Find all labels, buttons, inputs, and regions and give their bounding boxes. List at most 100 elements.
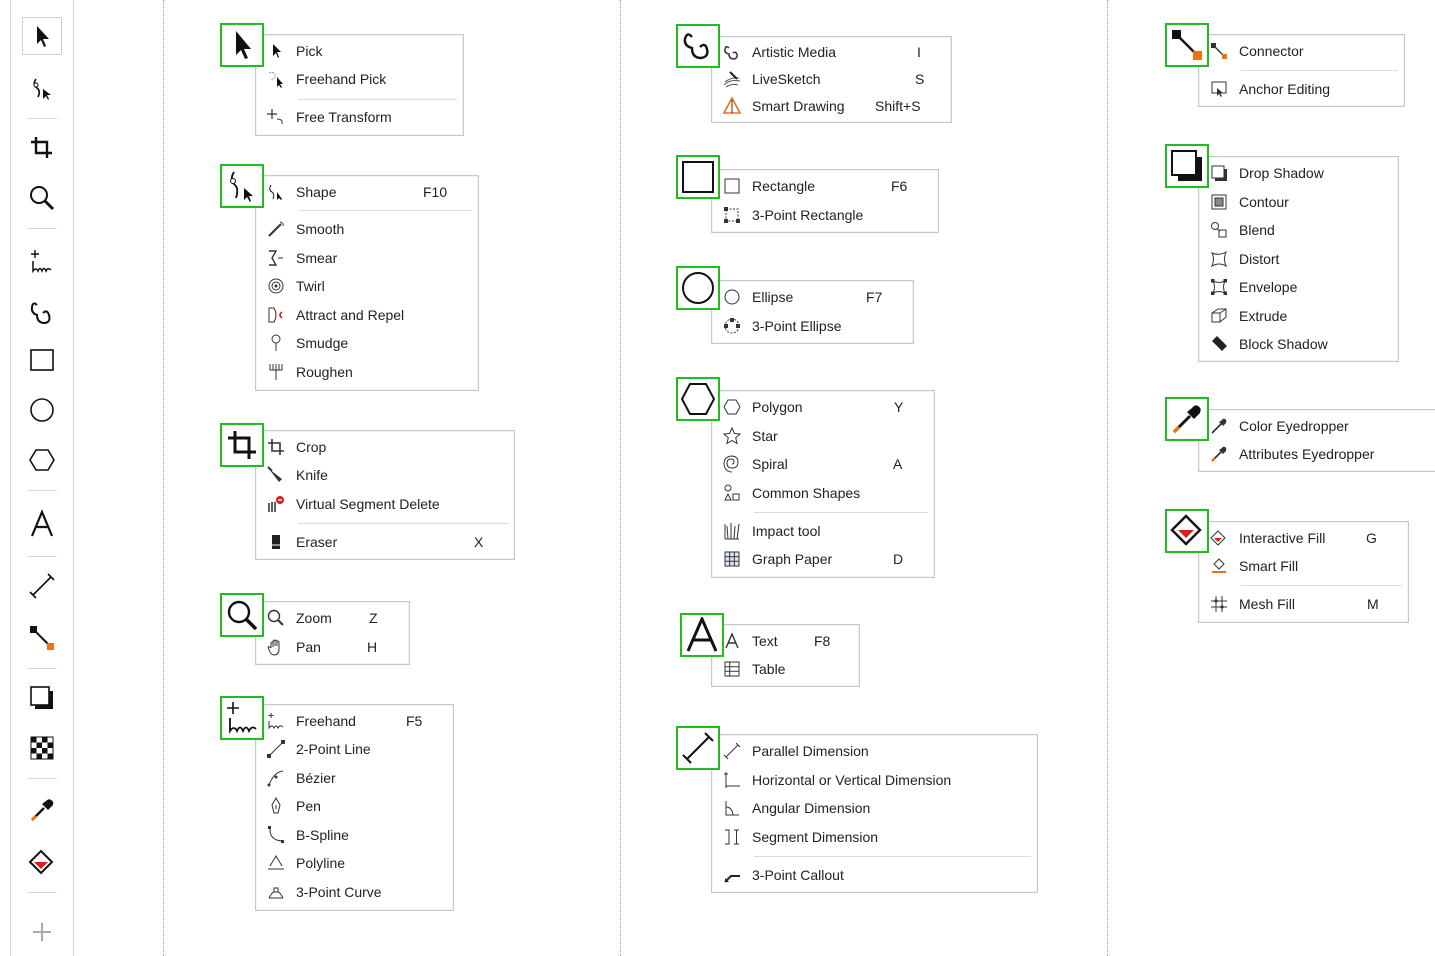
interactive-fill-highlight[interactable]: [1165, 509, 1209, 553]
menu-item-2-point-line[interactable]: 2-Point Line: [256, 735, 453, 763]
menu-item-3-point-curve[interactable]: 3-Point Curve: [256, 878, 453, 906]
three-point-ellipse-icon: [724, 318, 740, 334]
menu-item-extrude[interactable]: Extrude: [1199, 302, 1398, 330]
connector-highlight[interactable]: [1165, 23, 1209, 67]
ellipse-tool-button[interactable]: [23, 392, 61, 428]
menu-item-smudge[interactable]: Smudge: [256, 329, 478, 357]
menu-item-smart-fill[interactable]: Smart Fill: [1199, 552, 1408, 580]
interactive-fill-button[interactable]: [23, 844, 61, 880]
drop-shadow-highlight[interactable]: [1165, 144, 1209, 188]
menu-item-shape[interactable]: Shape F10: [256, 178, 478, 206]
dimension-tool-button[interactable]: [23, 568, 61, 604]
shape-highlight[interactable]: [220, 164, 264, 208]
menu-item-twirl[interactable]: Twirl: [256, 272, 478, 300]
menu-item-polygon[interactable]: Polygon Y: [712, 393, 934, 421]
menu-item-interactive-fill[interactable]: Interactive Fill G: [1199, 524, 1408, 552]
menu-item-label: 3-Point Curve: [296, 884, 382, 900]
menu-item-freehand[interactable]: Freehand F5: [256, 707, 453, 735]
menu-item-polyline[interactable]: Polyline: [256, 849, 453, 877]
menu-item-roughen[interactable]: Roughen: [256, 358, 478, 386]
menu-item-distort[interactable]: Distort: [1199, 245, 1398, 273]
menu-item-angular-dimension[interactable]: Angular Dimension: [712, 794, 1037, 822]
menu-item-horizontal-vertical-dimension[interactable]: Horizontal or Vertical Dimension: [712, 766, 1037, 794]
menu-item-eraser[interactable]: Eraser X: [256, 528, 514, 556]
menu-item-knife[interactable]: Knife: [256, 461, 514, 489]
zoom-tool-icon: [30, 186, 55, 211]
menu-item-virtual-segment-delete[interactable]: Virtual Segment Delete: [256, 490, 514, 518]
menu-item-blend[interactable]: Blend: [1199, 216, 1398, 244]
menu-item-block-shadow[interactable]: Block Shadow: [1199, 330, 1398, 358]
smart-fill-icon: [1212, 558, 1226, 573]
menu-item-artistic-media[interactable]: Artistic Media I: [712, 38, 951, 66]
menu-item-crop[interactable]: Crop: [256, 433, 514, 461]
polygon-tool-button[interactable]: [23, 442, 61, 478]
menu-item-free-transform[interactable]: Free Transform: [256, 103, 463, 131]
menu-item-b-spline[interactable]: B-Spline: [256, 821, 453, 849]
menu-item-smear[interactable]: Smear: [256, 244, 478, 272]
menu-item-rectangle[interactable]: Rectangle F6: [712, 172, 938, 200]
crop-tool-button[interactable]: [23, 130, 61, 166]
menu-item-pick[interactable]: Pick: [256, 37, 463, 65]
polygon-highlight[interactable]: [676, 377, 720, 421]
transparency-button[interactable]: [23, 730, 61, 766]
menu-item-mesh-fill[interactable]: Mesh Fill M: [1199, 590, 1408, 618]
artistic-media-highlight[interactable]: [676, 24, 720, 68]
menu-item-graph-paper[interactable]: Graph Paper D: [712, 545, 934, 573]
text-tool-button[interactable]: [23, 506, 61, 542]
menu-item-livesketch[interactable]: LiveSketch S: [712, 65, 951, 93]
pick-highlight[interactable]: [220, 23, 264, 67]
text-highlight[interactable]: [680, 613, 724, 657]
menu-item-attract-repel[interactable]: Attract and Repel: [256, 301, 478, 329]
rectangle-tool-button[interactable]: [23, 342, 61, 378]
add-tool-button[interactable]: [23, 914, 61, 950]
parallel-dimension-icon: [723, 742, 741, 760]
menu-item-impact-tool[interactable]: Impact tool: [712, 517, 934, 545]
menu-item-ellipse[interactable]: Ellipse F7: [712, 283, 913, 311]
menu-item-envelope[interactable]: Envelope: [1199, 273, 1398, 301]
pick-tool-button[interactable]: [22, 17, 62, 55]
menu-item-pen[interactable]: Pen: [256, 792, 453, 820]
menu-item-connector[interactable]: Connector: [1199, 37, 1404, 65]
menu-item-label: Smart Fill: [1239, 558, 1299, 574]
menu-item-star[interactable]: Star: [712, 422, 934, 450]
connector-tool-button[interactable]: [23, 620, 61, 656]
menu-item-freehand-pick[interactable]: Freehand Pick: [256, 65, 463, 93]
menu-item-zoom[interactable]: Zoom Z: [256, 604, 409, 632]
menu-item-contour[interactable]: Contour: [1199, 188, 1398, 216]
menu-item-label: Anchor Editing: [1239, 81, 1331, 97]
freehand-highlight[interactable]: [220, 696, 264, 740]
menu-item-common-shapes[interactable]: Common Shapes: [712, 479, 934, 507]
eyedropper-highlight[interactable]: [1165, 397, 1209, 441]
menu-item-bezier[interactable]: Bézier: [256, 764, 453, 792]
menu-item-color-eyedropper[interactable]: Color Eyedropper: [1199, 412, 1435, 440]
menu-item-drop-shadow[interactable]: Drop Shadow: [1199, 159, 1398, 187]
drop-shadow-button[interactable]: [23, 680, 61, 716]
menu-item-smooth[interactable]: Smooth: [256, 215, 478, 243]
zoom-highlight[interactable]: [220, 593, 264, 637]
shape-tool-button[interactable]: [23, 70, 61, 106]
dimension-highlight[interactable]: [676, 726, 720, 770]
menu-item-segment-dimension[interactable]: Segment Dimension: [712, 823, 1037, 851]
eyedropper-button[interactable]: [23, 792, 61, 828]
menu-item-attributes-eyedropper[interactable]: Attributes Eyedropper: [1199, 440, 1435, 468]
menu-item-3-point-rectangle[interactable]: 3-Point Rectangle: [712, 201, 938, 229]
ellipse-highlight[interactable]: [676, 266, 720, 310]
menu-item-anchor-editing[interactable]: Anchor Editing: [1199, 75, 1404, 103]
menu-item-3-point-ellipse[interactable]: 3-Point Ellipse: [712, 312, 913, 340]
crop-highlight[interactable]: [220, 423, 264, 467]
text-tool-icon: [30, 509, 54, 537]
menu-item-3-point-callout[interactable]: 3-Point Callout: [712, 861, 1037, 889]
menu-item-spiral[interactable]: Spiral A: [712, 450, 934, 478]
menu-item-table[interactable]: Table: [712, 655, 859, 683]
menu-item-parallel-dimension[interactable]: Parallel Dimension: [712, 737, 1037, 765]
freehand-tool-icon: [268, 713, 284, 730]
artistic-media-button[interactable]: [23, 294, 61, 330]
menu-item-pan[interactable]: Pan H: [256, 633, 409, 661]
freehand-tool-button[interactable]: [23, 244, 61, 280]
zoom-tool-button[interactable]: [23, 180, 61, 216]
menu-item-smart-drawing[interactable]: Smart Drawing Shift+S: [712, 92, 951, 120]
rectangle-highlight[interactable]: [676, 155, 720, 199]
shortcut-key: Shift+S: [875, 98, 921, 114]
drop-shadow-icon: [1211, 165, 1227, 181]
menu-item-text[interactable]: Text F8: [712, 627, 859, 655]
